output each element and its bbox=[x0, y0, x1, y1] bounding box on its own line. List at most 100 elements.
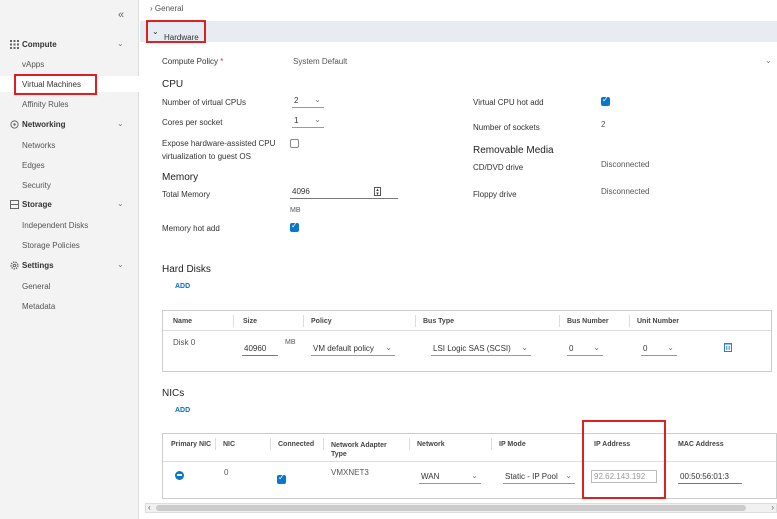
nav-group-networking-label: Networking bbox=[22, 120, 66, 129]
nav-group-compute-label: Compute bbox=[22, 40, 57, 49]
compute-policy-label-text: Compute Policy bbox=[162, 57, 219, 66]
disk-bus-type-value: LSI Logic SAS (SCSI) bbox=[433, 344, 511, 353]
nic-mac-value: 00:50:56:01:3 bbox=[680, 472, 729, 481]
gear-icon bbox=[10, 261, 19, 270]
sidebar-item-vapps[interactable]: vApps bbox=[0, 56, 139, 72]
disk-bus-number-value: 0 bbox=[569, 344, 574, 353]
cd-dvd-value: Disconnected bbox=[601, 160, 650, 169]
compute-policy-label: Compute Policy * bbox=[162, 57, 223, 66]
spinner-icon[interactable]: ▴ ▾ bbox=[374, 187, 381, 197]
total-memory-input[interactable]: 4096 ▴ ▾ bbox=[290, 186, 398, 199]
floppy-value: Disconnected bbox=[601, 187, 650, 196]
sidebar: « Compute ⌄ vApps Virtual Machines Affin… bbox=[0, 0, 139, 519]
sidebar-item-label: Storage Policies bbox=[22, 241, 80, 250]
hard-disks-heading: Hard Disks bbox=[162, 264, 211, 275]
sockets-label: Number of sockets bbox=[473, 123, 540, 132]
storage-icon bbox=[10, 200, 19, 209]
disk-policy-value: VM default policy bbox=[313, 344, 374, 353]
cores-value: 1 bbox=[294, 116, 299, 125]
disk-name: Disk 0 bbox=[173, 338, 196, 347]
memory-hot-add-checkbox[interactable] bbox=[290, 221, 299, 232]
section-general-toggle[interactable]: › General bbox=[150, 4, 183, 13]
horizontal-scrollbar[interactable]: ‹ › bbox=[145, 503, 777, 513]
floppy-label: Floppy drive bbox=[473, 190, 517, 199]
nav-group-storage[interactable]: Storage ⌄ bbox=[0, 197, 139, 213]
sidebar-item-metadata[interactable]: Metadata bbox=[0, 298, 139, 314]
disk-unit-number-value: 0 bbox=[643, 344, 648, 353]
disk-size-input[interactable]: 40960 bbox=[242, 343, 278, 356]
column-header: NIC bbox=[223, 441, 236, 448]
num-cpus-label: Number of virtual CPUs bbox=[162, 98, 247, 107]
chevron-right-icon[interactable]: › bbox=[771, 503, 774, 512]
sidebar-item-general[interactable]: General bbox=[0, 278, 139, 294]
highlight-box-hardware bbox=[146, 20, 206, 43]
sidebar-item-independent-disks[interactable]: Independent Disks bbox=[0, 217, 139, 233]
sidebar-item-label: General bbox=[22, 282, 51, 291]
sidebar-item-label: Independent Disks bbox=[22, 221, 89, 230]
column-header: Network Adapter Type bbox=[331, 442, 387, 458]
sidebar-item-label: Networks bbox=[22, 141, 56, 150]
nic-ip-mode-value: Static - IP Pool bbox=[505, 472, 558, 481]
sidebar-item-security[interactable]: Security bbox=[0, 177, 139, 193]
trash-icon[interactable] bbox=[724, 342, 732, 352]
disk-bus-type-select[interactable]: LSI Logic SAS (SCSI) ⌄ bbox=[431, 343, 531, 356]
chevron-down-icon[interactable]: ⌄ bbox=[765, 56, 772, 65]
sidebar-item-storage-policies[interactable]: Storage Policies bbox=[0, 237, 139, 253]
sidebar-item-edges[interactable]: Edges bbox=[0, 157, 139, 173]
disk-bus-number-select[interactable]: 0 ⌄ bbox=[567, 343, 603, 356]
nic-network-select[interactable]: WAN ⌄ bbox=[419, 471, 481, 484]
section-hardware-header[interactable]: ⌄ Hardware bbox=[140, 21, 777, 42]
scrollbar-thumb[interactable] bbox=[156, 505, 746, 511]
section-general-label: General bbox=[154, 4, 184, 13]
expose-label-line2: virtualization to guest OS bbox=[162, 152, 251, 161]
column-divider bbox=[559, 315, 560, 327]
cpu-hot-add-checkbox[interactable] bbox=[601, 95, 610, 106]
cd-dvd-label: CD/DVD drive bbox=[473, 163, 524, 172]
chevron-down-icon: ⌄ bbox=[314, 95, 321, 104]
nav-group-networking[interactable]: Networking ⌄ bbox=[0, 117, 139, 133]
highlight-box-virtual-machines bbox=[14, 74, 97, 95]
highlight-box-ip-address bbox=[582, 420, 666, 499]
sidebar-item-affinity-rules[interactable]: Affinity Rules bbox=[0, 96, 139, 112]
add-nic-button[interactable]: ADD bbox=[175, 407, 190, 414]
add-hard-disk-button[interactable]: ADD bbox=[175, 283, 190, 290]
nic-connected-checkbox[interactable] bbox=[277, 473, 286, 484]
column-header: IP Mode bbox=[499, 441, 526, 448]
column-header: Unit Number bbox=[637, 318, 679, 325]
sidebar-item-label: Metadata bbox=[22, 302, 56, 311]
expose-virtualization-checkbox[interactable] bbox=[290, 139, 299, 148]
disk-unit-number-select[interactable]: 0 ⌄ bbox=[641, 343, 677, 356]
column-divider bbox=[215, 438, 216, 450]
nav-group-settings-label: Settings bbox=[22, 261, 54, 270]
chevron-down-icon: ⌄ bbox=[471, 471, 478, 480]
column-header: Bus Number bbox=[567, 318, 609, 325]
disk-size-unit: MB bbox=[285, 339, 296, 346]
num-cpus-select[interactable]: 2 ⌄ bbox=[292, 95, 324, 108]
memory-hot-add-label: Memory hot add bbox=[162, 224, 220, 233]
nav-group-settings[interactable]: Settings ⌄ bbox=[0, 258, 139, 274]
nic-index: 0 bbox=[224, 468, 229, 477]
nav-group-compute[interactable]: Compute ⌄ bbox=[0, 37, 139, 53]
sidebar-item-networks[interactable]: Networks bbox=[0, 137, 139, 153]
cores-per-socket-label: Cores per socket bbox=[162, 118, 223, 127]
column-divider bbox=[415, 315, 416, 327]
disk-policy-select[interactable]: VM default policy ⌄ bbox=[311, 343, 395, 356]
compute-policy-select[interactable]: System Default bbox=[293, 57, 347, 66]
chevron-down-icon: ⌄ bbox=[117, 39, 124, 48]
chevron-left-icon[interactable]: ‹ bbox=[148, 503, 151, 512]
primary-nic-radio[interactable] bbox=[175, 471, 184, 480]
collapse-sidebar-button[interactable]: « bbox=[118, 9, 124, 21]
header-divider bbox=[163, 461, 776, 462]
column-header: Connected bbox=[278, 441, 315, 448]
sidebar-item-label: Affinity Rules bbox=[22, 100, 69, 109]
total-memory-label: Total Memory bbox=[162, 190, 211, 199]
nic-network-value: WAN bbox=[421, 472, 440, 481]
cores-per-socket-select[interactable]: 1 ⌄ bbox=[292, 115, 324, 128]
chevron-down-icon: ⌄ bbox=[117, 260, 124, 269]
nic-mac-address-input[interactable]: 00:50:56:01:3 bbox=[678, 471, 742, 484]
column-divider bbox=[409, 438, 410, 450]
nic-ip-mode-select[interactable]: Static - IP Pool ⌄ bbox=[503, 471, 575, 484]
chevron-down-icon: ⌄ bbox=[314, 115, 321, 124]
disk-size-value: 40960 bbox=[244, 344, 267, 353]
column-header: Bus Type bbox=[423, 318, 454, 325]
